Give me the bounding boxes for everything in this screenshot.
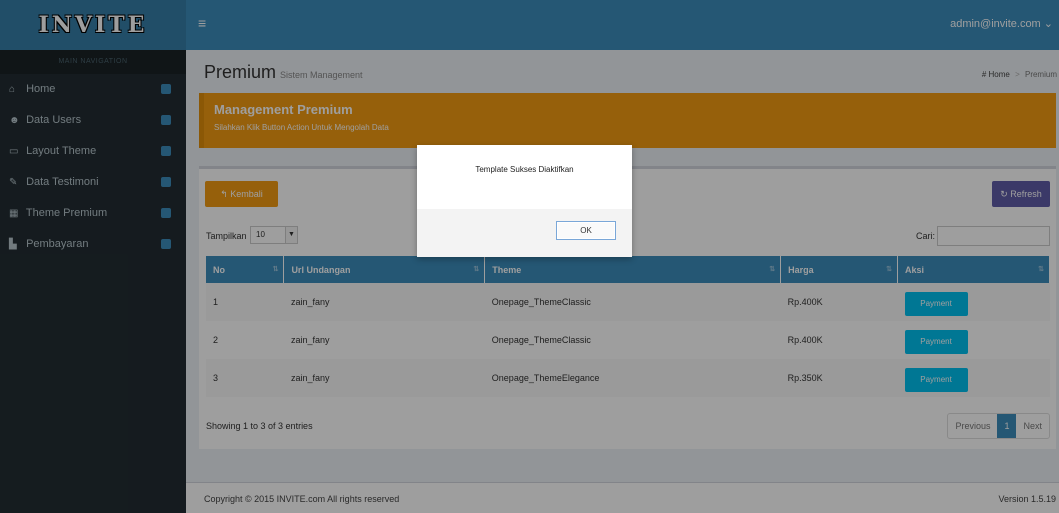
dialog-footer: OK: [417, 209, 632, 257]
alert-dialog: Template Sukses Diaktifkan OK: [417, 145, 632, 257]
ok-button[interactable]: OK: [556, 221, 616, 240]
dialog-message: Template Sukses Diaktifkan: [475, 165, 574, 174]
